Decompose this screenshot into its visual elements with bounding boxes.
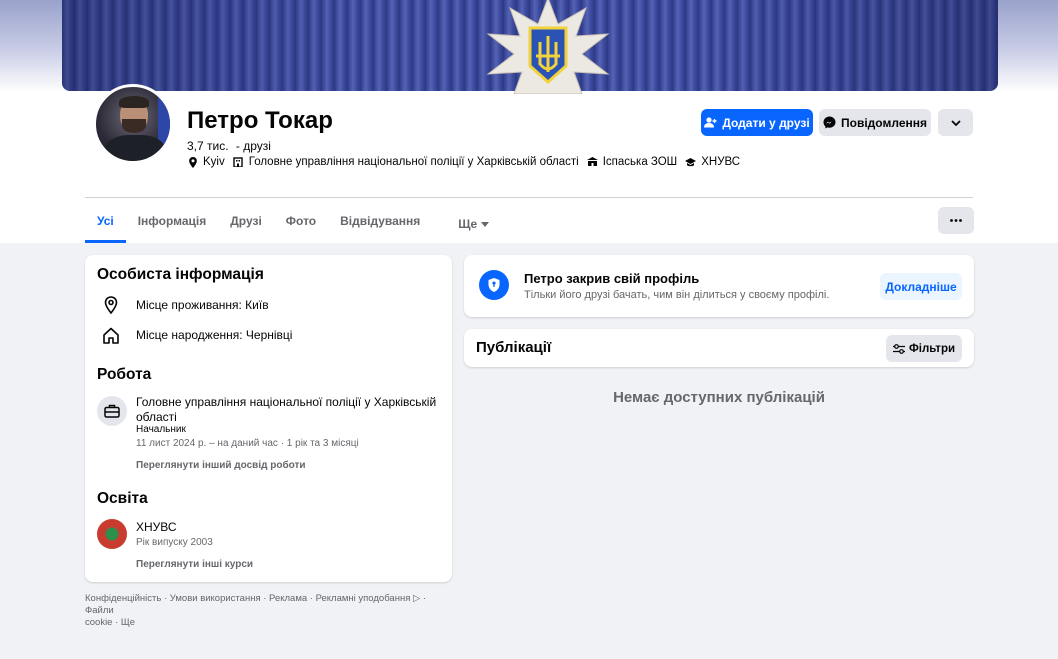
education-school[interactable]: ХНУВС [136,520,177,534]
profile-avatar[interactable] [93,84,173,164]
footer-line-2[interactable]: cookie · Ще [85,617,455,629]
more-work-link[interactable]: Переглянути інший досвід роботи [136,460,306,471]
workplace-text[interactable]: Головне управління національної поліції … [249,156,579,168]
no-posts-message: Немає доступних публікацій [613,389,825,406]
friends-count[interactable]: 3,7 тис. - друзі [187,139,271,153]
more-actions-button[interactable] [938,109,973,136]
location-pin-icon [187,156,198,168]
tab-all[interactable]: Усі [85,205,126,243]
add-friend-button[interactable]: Додати у друзі [701,109,813,136]
header-divider [85,197,973,198]
work-period: 11 лист 2024 р. – на даний час · 1 рік т… [136,438,359,449]
building-icon [233,157,244,168]
police-badge-emblem-icon [486,0,610,94]
work-position: Начальник [136,424,186,435]
residence-row: Місце проживання: Київ [97,295,269,315]
school-icon [586,157,598,168]
profile-tabs: Усі Інформація Друзі Фото Відвідування Щ… [85,205,501,243]
briefcase-icon [97,396,127,426]
school-text[interactable]: Іспаська ЗОШ [603,156,678,168]
tabs-more-options-button[interactable] [938,207,974,234]
friends-label: - друзі [235,139,271,153]
tab-check-ins[interactable]: Відвідування [328,205,432,243]
profile-details: Kyiv Головне управління національної пол… [187,156,740,168]
birthplace-text: Місце народження: Чернівці [136,328,293,342]
friends-count-value: 3,7 тис. [187,139,229,153]
university-logo[interactable] [97,519,127,549]
learn-more-button[interactable]: Докладніше [880,273,962,300]
location-text[interactable]: Kyiv [203,156,225,168]
work-title: Робота [97,366,152,383]
footer-line-1[interactable]: Конфіденційність · Умови використання · … [85,593,455,617]
closed-profile-subtitle: Тільки його друзі бачать, чим він ділить… [524,289,830,301]
tab-friends[interactable]: Друзі [218,205,274,243]
tab-more[interactable]: Ще [446,205,501,243]
education-year: Рік випуску 2003 [136,537,213,548]
add-friend-label: Додати у друзі [722,115,810,130]
home-icon [97,325,125,345]
profile-name: Петро Токар [187,107,333,134]
birthplace-row: Місце народження: Чернівці [97,325,292,345]
university-text[interactable]: ХНУВС [701,156,740,168]
chevron-down-icon [950,119,961,126]
graduation-cap-icon [685,157,697,168]
ellipsis-icon [950,219,962,222]
sliders-icon [892,343,905,354]
posts-card: Публікації Фільтри [464,329,974,367]
messenger-icon [823,116,836,129]
shield-icon [479,270,509,300]
tab-photos[interactable]: Фото [274,205,328,243]
closed-profile-title: Петро закрив свій профіль [524,271,700,286]
intro-card: Особиста інформація Місце проживання: Ки… [85,255,452,582]
filters-label: Фільтри [908,342,956,355]
work-company[interactable]: Головне управління національної поліції … [136,395,436,409]
footer-links[interactable]: Конфіденційність · Умови використання · … [85,593,455,629]
residence-text: Місце проживання: Київ [136,298,269,312]
location-pin-icon [97,295,125,315]
more-courses-link[interactable]: Переглянути інші курси [136,559,253,570]
message-button[interactable]: Повідомлення [819,109,931,136]
message-label: Повідомлення [841,115,927,130]
tab-about[interactable]: Інформація [126,205,219,243]
filters-button[interactable]: Фільтри [886,335,962,362]
tab-more-label: Ще [458,217,478,231]
caret-down-icon [481,221,490,227]
personal-info-title: Особиста інформація [97,266,264,283]
posts-title: Публікації [476,339,552,356]
add-person-icon [704,117,717,128]
education-title: Освіта [97,490,148,507]
closed-profile-card: Петро закрив свій профіль Тільки його др… [464,255,974,317]
work-company-line2[interactable]: області [136,410,177,424]
